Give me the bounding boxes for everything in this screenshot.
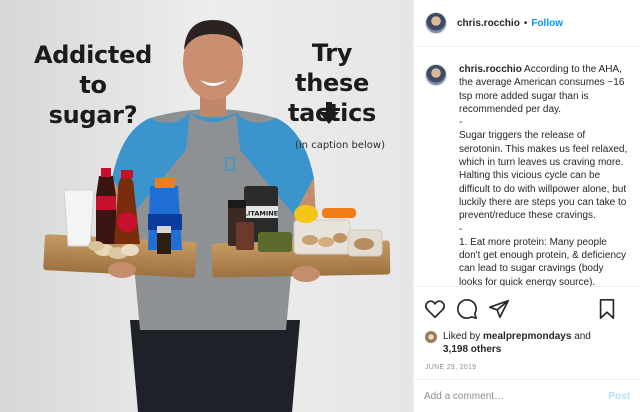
post-date[interactable]: JUNE 29, 2019 [414,356,640,371]
comment-input[interactable] [424,390,609,402]
headline-addicted-to-sugar: Addicted to sugar? [18,40,168,130]
caption-username[interactable]: chris.rocchio [459,64,522,75]
save-button[interactable] [596,298,618,320]
share-icon [489,299,509,318]
headline-left-line-1: Addicted to [34,41,152,99]
caption-paragraph-1: chris.rocchio According to the AHA, the … [459,63,629,116]
caption-avatar[interactable] [425,64,447,86]
liked-by-prefix: Liked by [443,331,481,342]
post-sidebar: chris.rocchio • Follow chris.rocchio Acc… [413,0,640,412]
tub-label: LITAMINE [244,210,278,218]
caption-text: chris.rocchio According to the AHA, the … [459,63,629,286]
caption-separator-2: - [459,223,463,235]
likes-others-count[interactable]: 3,198 others [443,344,501,355]
avatar[interactable] [425,12,447,34]
caption-area[interactable]: chris.rocchio According to the AHA, the … [414,47,640,286]
caption-note: (in caption below) [295,140,385,151]
instagram-post: LITAMINE Addicted to sugar? Try these (i… [0,0,640,412]
action-bar [414,286,640,330]
liked-by-and: and [574,331,591,342]
liked-by-user[interactable]: mealprepmondays [483,331,571,342]
caption-paragraph-2: Sugar triggers the release of serotonin.… [459,130,628,222]
bookmark-icon [599,299,615,319]
heart-icon [425,299,445,318]
caption-separator-1: - [459,117,463,129]
arrow-down-icon [319,102,339,124]
caption-paragraph-3: 1. Eat more protein: Many people don't g… [459,236,627,286]
likes-text: Liked by mealprepmondays and 3,198 other… [443,330,591,356]
follow-button[interactable]: Follow [531,18,563,29]
comment-icon [457,298,477,319]
separator-dot: • [523,17,528,29]
author-username[interactable]: chris.rocchio [457,18,520,29]
like-button[interactable] [424,298,446,320]
headline-left-line-2: sugar? [48,101,138,129]
liker-avatar[interactable] [425,331,437,343]
post-comment-button[interactable]: Post [608,391,630,402]
post-photo[interactable]: LITAMINE Addicted to sugar? Try these (i… [0,0,413,412]
share-button[interactable] [488,298,510,320]
headline-right-line-1: Try these [295,39,369,97]
comment-button[interactable] [456,298,478,320]
post-header: chris.rocchio • Follow [414,0,640,47]
likes-summary: Liked by mealprepmondays and 3,198 other… [414,330,640,356]
comment-bar: Post [414,379,640,412]
